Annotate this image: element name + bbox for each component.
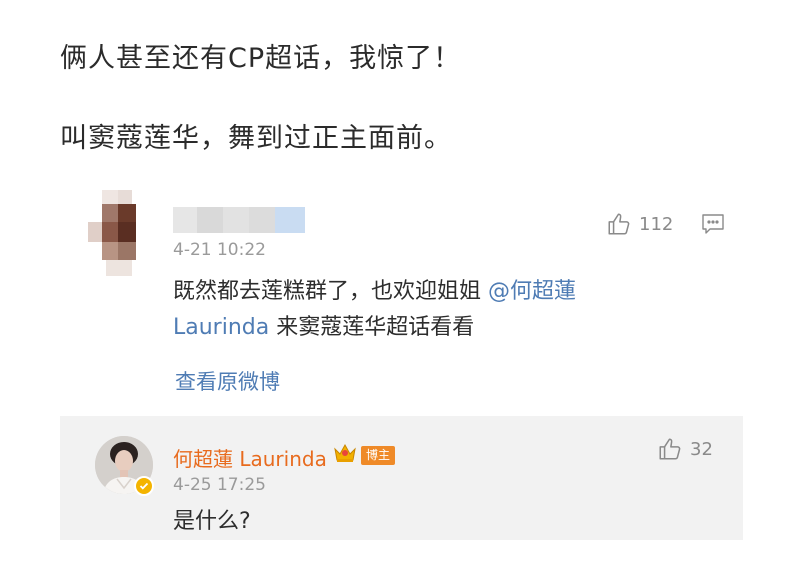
like-count: 32 — [690, 438, 713, 460]
commenter-avatar-blurred[interactable] — [88, 190, 144, 276]
commenter-name-blurred[interactable] — [173, 207, 305, 233]
crown-icon — [333, 442, 357, 468]
mention-link[interactable]: @何超蓮 — [488, 279, 576, 304]
reply-container — [60, 416, 743, 540]
verified-badge-icon — [134, 476, 154, 496]
post-text-line-2: 叫窦蔻莲华，舞到过正主面前。 — [60, 123, 452, 154]
mention-link-continued[interactable]: Laurinda — [173, 315, 269, 340]
comment-text-part: 来窦蔻莲华超话看看 — [269, 315, 475, 340]
comment-like-button[interactable]: 112 — [606, 211, 673, 237]
view-original-post-link[interactable]: 查看原微博 — [175, 366, 280, 396]
reply-text: 是什么? — [173, 509, 251, 534]
comment-text-part: 既然都去莲糕群了，也欢迎姐姐 — [173, 279, 488, 304]
post-text-line-1: 俩人甚至还有CP超话，我惊了！ — [60, 43, 462, 74]
like-count: 112 — [639, 213, 674, 235]
thumbs-up-icon — [606, 211, 632, 237]
comment-text-line-2: Laurinda 来窦蔻莲华超话看看 — [173, 310, 474, 346]
reply-like-button[interactable]: 32 — [657, 436, 713, 462]
blogger-badge: 博主 — [361, 446, 396, 465]
reply-author-name[interactable]: 何超蓮 Laurinda — [173, 443, 327, 472]
thumbs-up-icon — [657, 436, 683, 462]
comment-icon[interactable] — [701, 213, 725, 239]
reply-time: 4-25 17:25 — [173, 475, 266, 495]
comment-text-line-1: 既然都去莲糕群了，也欢迎姐姐 @何超蓮 — [173, 274, 576, 310]
comment-time: 4-21 10:22 — [173, 240, 266, 260]
